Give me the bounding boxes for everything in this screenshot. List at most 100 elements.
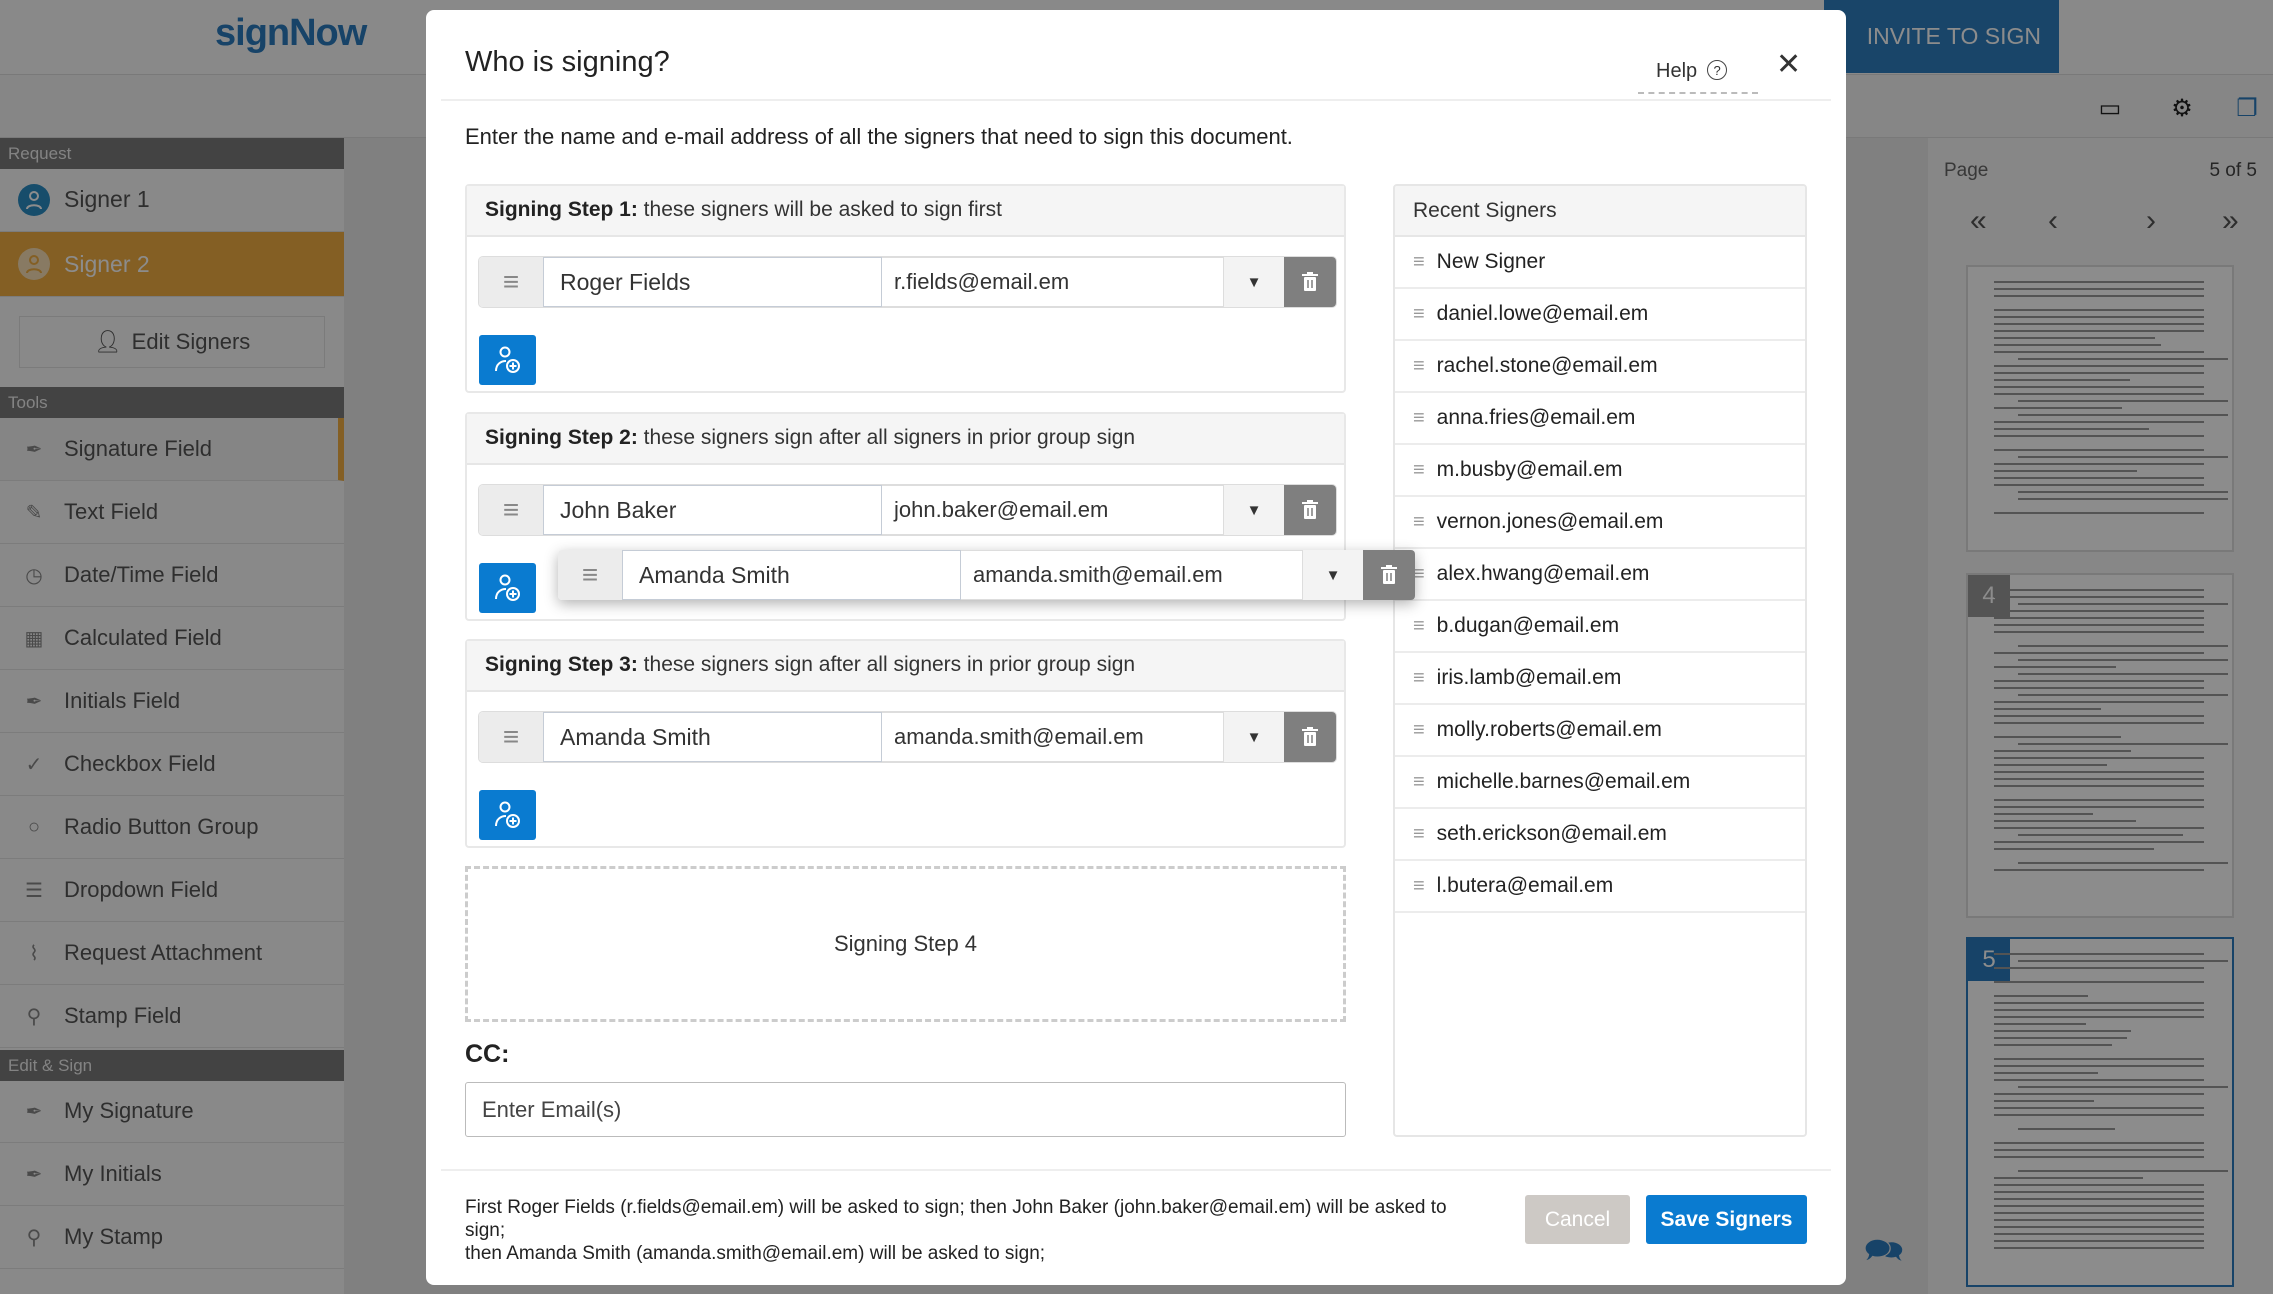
recent-signer-label: l.butera@email.em xyxy=(1437,874,1614,898)
cc-email-input[interactable] xyxy=(465,1082,1346,1137)
recent-signer-item[interactable]: ≡ vernon.jones@email.em xyxy=(1395,497,1805,549)
drag-handle-icon: ≡ xyxy=(1413,251,1425,274)
signer-row: ≡ John Baker john.baker@email.em ▼ xyxy=(479,485,1336,535)
drag-handle-icon: ≡ xyxy=(1413,823,1425,846)
drag-handle-icon: ≡ xyxy=(1413,303,1425,326)
cancel-button[interactable]: Cancel xyxy=(1525,1195,1630,1244)
recent-signer-item[interactable]: ≡ alex.hwang@email.em xyxy=(1395,549,1805,601)
email-dropdown-caret-icon[interactable]: ▼ xyxy=(1302,550,1363,600)
save-signers-button[interactable]: Save Signers xyxy=(1646,1195,1807,1244)
delete-signer-button[interactable] xyxy=(1284,712,1336,762)
recent-signer-label: vernon.jones@email.em xyxy=(1437,510,1664,534)
recent-signer-label: m.busby@email.em xyxy=(1437,458,1623,482)
question-icon: ? xyxy=(1707,60,1727,80)
step-description: these signers will be asked to sign firs… xyxy=(638,198,1002,221)
step-title: Signing Step 1: xyxy=(485,198,638,221)
summary-line: First Roger Fields (r.fields@email.em) w… xyxy=(465,1196,1465,1242)
divider xyxy=(441,99,1831,101)
recent-signer-label: michelle.barnes@email.em xyxy=(1437,770,1691,794)
recent-signer-item[interactable]: ≡ b.dugan@email.em xyxy=(1395,601,1805,653)
dragging-signer-row[interactable]: ≡ Amanda Smith amanda.smith@email.em ▼ xyxy=(558,550,1415,600)
signer-name-input[interactable]: Amanda Smith xyxy=(543,712,882,762)
recent-signer-label: seth.erickson@email.em xyxy=(1437,822,1667,846)
step-label: Signing Step 4 xyxy=(834,931,977,957)
trash-icon xyxy=(1381,565,1397,585)
recent-signer-item[interactable]: ≡ New Signer xyxy=(1395,237,1805,289)
help-label: Help xyxy=(1656,60,1697,83)
drag-handle-icon[interactable]: ≡ xyxy=(479,485,543,535)
trash-icon xyxy=(1302,500,1318,520)
recent-signer-label: daniel.lowe@email.em xyxy=(1437,302,1649,326)
signing-order-summary: First Roger Fields (r.fields@email.em) w… xyxy=(465,1196,1465,1265)
recent-signer-label: molly.roberts@email.em xyxy=(1437,718,1662,742)
add-signer-button[interactable] xyxy=(479,563,536,613)
add-user-icon xyxy=(493,800,523,830)
recent-signer-item[interactable]: ≡ daniel.lowe@email.em xyxy=(1395,289,1805,341)
signer-name-input[interactable]: Roger Fields xyxy=(543,257,882,307)
email-dropdown-caret-icon[interactable]: ▼ xyxy=(1223,485,1284,535)
drag-handle-icon: ≡ xyxy=(1413,771,1425,794)
recent-signer-item[interactable]: ≡ l.butera@email.em xyxy=(1395,861,1805,913)
recent-signer-item[interactable]: ≡ anna.fries@email.em xyxy=(1395,393,1805,445)
instruction-text: Enter the name and e-mail address of all… xyxy=(465,124,1293,150)
recent-signers-panel: Recent Signers ≡ New Signer ≡ daniel.lowe@e… xyxy=(1393,184,1807,1137)
close-icon[interactable]: ✕ xyxy=(1776,50,1801,80)
empty-signing-step-drop-zone[interactable]: Signing Step 4 xyxy=(465,866,1346,1022)
add-user-icon xyxy=(493,345,523,375)
drag-handle-icon: ≡ xyxy=(1413,875,1425,898)
recent-signer-item[interactable]: ≡ seth.erickson@email.em xyxy=(1395,809,1805,861)
delete-signer-button[interactable] xyxy=(1363,550,1415,600)
drag-handle-icon: ≡ xyxy=(1413,511,1425,534)
signer-email-input[interactable]: r.fields@email.em xyxy=(882,257,1223,307)
recent-signer-label: rachel.stone@email.em xyxy=(1437,354,1658,378)
drag-handle-icon: ≡ xyxy=(1413,407,1425,430)
who-is-signing-dialog: Who is signing? Help? ✕ Enter the name a… xyxy=(426,10,1846,1285)
add-user-icon xyxy=(493,573,523,603)
signer-email-input[interactable]: amanda.smith@email.em xyxy=(961,550,1302,600)
drag-handle-icon[interactable]: ≡ xyxy=(479,257,543,307)
summary-line: then Amanda Smith (amanda.smith@email.em… xyxy=(465,1242,1465,1265)
help-link[interactable]: Help? xyxy=(1638,48,1758,94)
recent-signer-label: anna.fries@email.em xyxy=(1437,406,1636,430)
step-description: these signers sign after all signers in … xyxy=(638,653,1135,676)
recent-signer-item[interactable]: ≡ michelle.barnes@email.em xyxy=(1395,757,1805,809)
signer-row: ≡ Roger Fields r.fields@email.em ▼ xyxy=(479,257,1336,307)
recent-signer-label: b.dugan@email.em xyxy=(1437,614,1619,638)
delete-signer-button[interactable] xyxy=(1284,257,1336,307)
add-signer-button[interactable] xyxy=(479,790,536,840)
recent-signer-item[interactable]: ≡ iris.lamb@email.em xyxy=(1395,653,1805,705)
trash-icon xyxy=(1302,272,1318,292)
add-signer-button[interactable] xyxy=(479,335,536,385)
recent-signer-label: alex.hwang@email.em xyxy=(1437,562,1650,586)
recent-signer-item[interactable]: ≡ molly.roberts@email.em xyxy=(1395,705,1805,757)
drag-handle-icon[interactable]: ≡ xyxy=(558,550,622,600)
drag-handle-icon: ≡ xyxy=(1413,719,1425,742)
delete-signer-button[interactable] xyxy=(1284,485,1336,535)
recent-signer-item[interactable]: ≡ rachel.stone@email.em xyxy=(1395,341,1805,393)
signing-step-3: Signing Step 3: these signers sign after… xyxy=(465,639,1346,848)
drag-handle-icon: ≡ xyxy=(1413,615,1425,638)
signing-step-1: Signing Step 1: these signers will be as… xyxy=(465,184,1346,393)
step-title: Signing Step 3: xyxy=(485,653,638,676)
drag-handle-icon[interactable]: ≡ xyxy=(479,712,543,762)
recent-signer-label: iris.lamb@email.em xyxy=(1437,666,1622,690)
step-header: Signing Step 2: these signers sign after… xyxy=(467,414,1344,465)
step-header: Signing Step 3: these signers sign after… xyxy=(467,641,1344,692)
divider xyxy=(441,1169,1831,1171)
signer-email-input[interactable]: john.baker@email.em xyxy=(882,485,1223,535)
recent-signers-title: Recent Signers xyxy=(1395,186,1805,237)
trash-icon xyxy=(1302,727,1318,747)
cc-label: CC: xyxy=(465,1040,509,1069)
signer-name-input[interactable]: John Baker xyxy=(543,485,882,535)
drag-handle-icon: ≡ xyxy=(1413,667,1425,690)
drag-handle-icon: ≡ xyxy=(1413,355,1425,378)
drag-handle-icon: ≡ xyxy=(1413,459,1425,482)
dialog-title: Who is signing? xyxy=(465,46,670,79)
signer-email-input[interactable]: amanda.smith@email.em xyxy=(882,712,1223,762)
signer-name-input[interactable]: Amanda Smith xyxy=(622,550,961,600)
signer-row: ≡ Amanda Smith amanda.smith@email.em ▼ xyxy=(479,712,1336,762)
email-dropdown-caret-icon[interactable]: ▼ xyxy=(1223,712,1284,762)
recent-signer-item[interactable]: ≡ m.busby@email.em xyxy=(1395,445,1805,497)
email-dropdown-caret-icon[interactable]: ▼ xyxy=(1223,257,1284,307)
step-description: these signers sign after all signers in … xyxy=(638,426,1135,449)
